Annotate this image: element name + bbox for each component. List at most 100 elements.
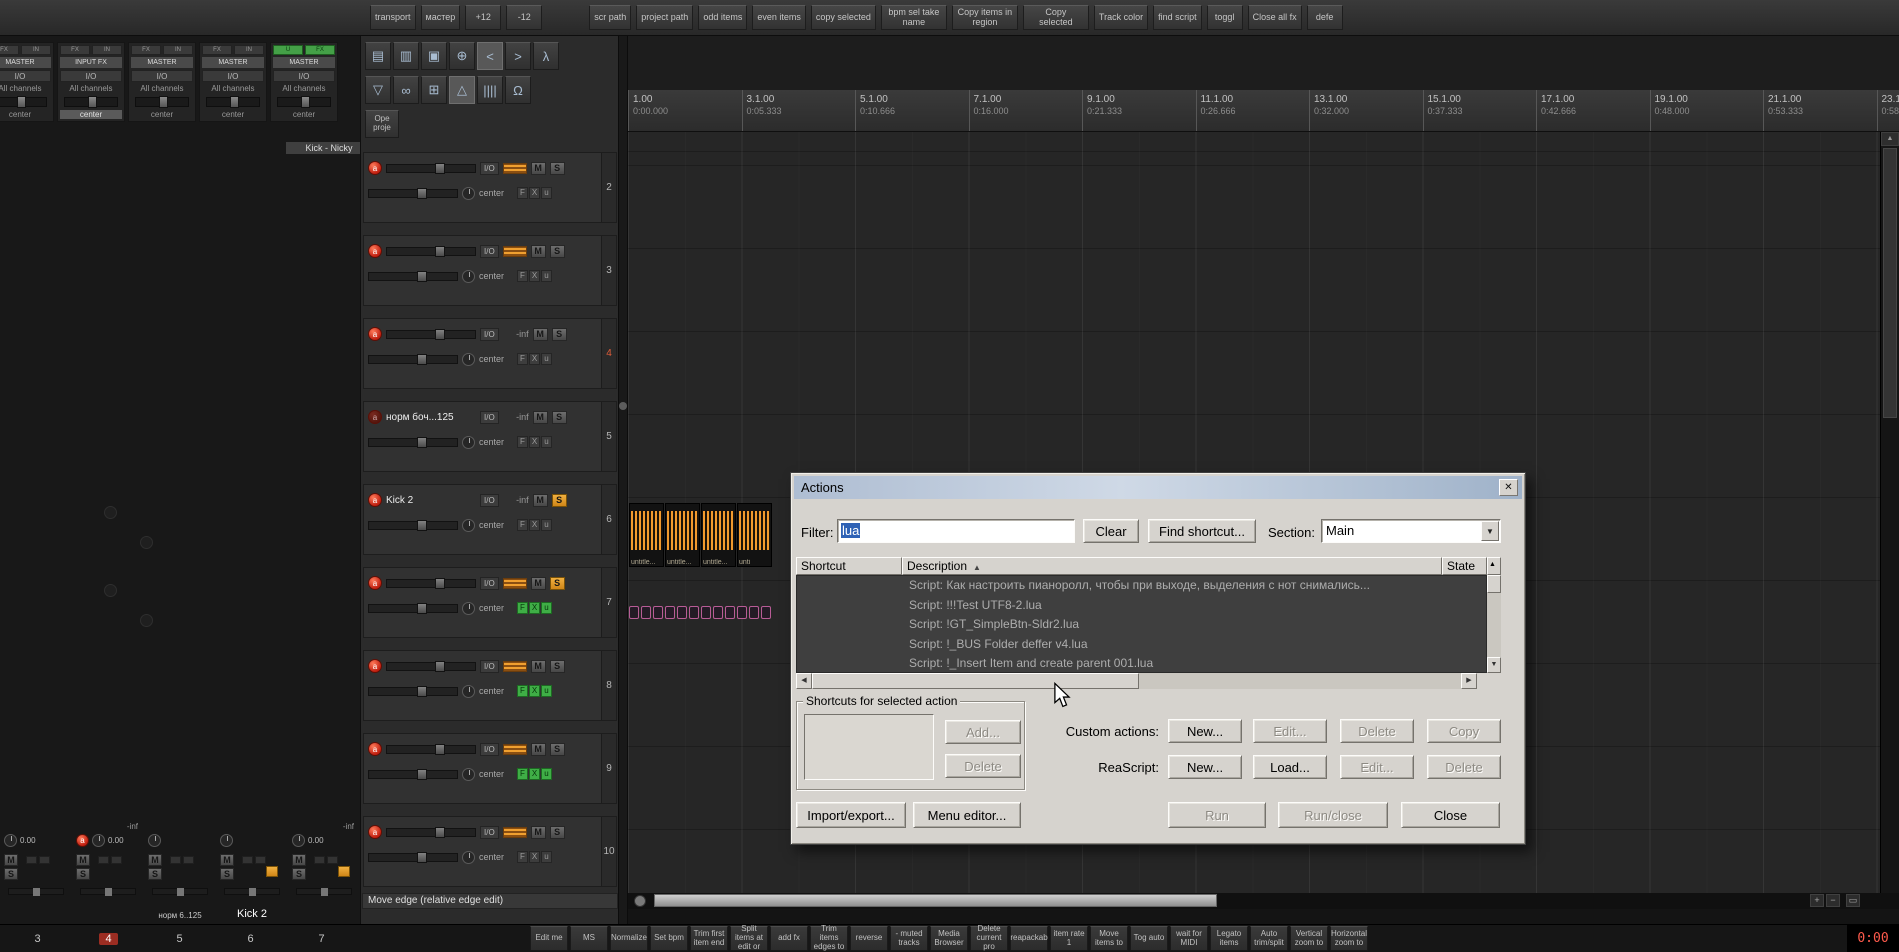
zoom-fit-icon[interactable]: ▭	[1846, 894, 1860, 907]
new-project-icon[interactable]: ▤	[365, 42, 391, 70]
vertical-scrollbar[interactable]: ▲	[1880, 132, 1899, 893]
toolbar-button[interactable]: odd items	[698, 5, 748, 30]
scroll-right-icon[interactable]: ▶	[1461, 673, 1477, 689]
close-icon[interactable]: ✕	[1499, 479, 1518, 496]
strip-io-button[interactable]: I/O	[202, 70, 264, 82]
midi-item[interactable]	[749, 606, 759, 619]
action-toolbar-button[interactable]: Set bpm	[650, 926, 688, 951]
strip-fader[interactable]	[277, 96, 331, 108]
midi-item[interactable]	[629, 606, 639, 619]
dialog-titlebar[interactable]: Actions ✕	[794, 476, 1522, 499]
strip-mini-button[interactable]	[170, 856, 181, 864]
midi-item[interactable]	[653, 606, 663, 619]
action-list-row[interactable]: Script: !_BUS Folder deffer v4.lua	[797, 635, 1486, 655]
strip-fader[interactable]	[135, 96, 189, 108]
actions-icon[interactable]: λ	[533, 42, 559, 70]
mixer-track-number[interactable]: 4	[73, 925, 144, 952]
mute-button[interactable]: M	[530, 742, 546, 756]
mixer-bottom-strip[interactable]: -inf a 0.00 M S	[74, 822, 142, 922]
zoom-out-icon[interactable]: −	[1826, 894, 1840, 907]
pan-knob[interactable]	[462, 186, 475, 200]
track-number[interactable]: 7	[601, 568, 616, 637]
volume-fader[interactable]	[386, 162, 476, 174]
strip-input-button[interactable]: IN	[163, 45, 193, 55]
envelope-tool-icon[interactable]: △	[449, 76, 475, 104]
custom-copy-button[interactable]: Copy	[1427, 719, 1501, 743]
io-button[interactable]: I/O	[480, 493, 499, 507]
timeline-ruler[interactable]: 1.00 0:00.000 3.1.00 0:05.333 5.1.00 0:1…	[628, 90, 1899, 132]
mute-button[interactable]: M	[76, 854, 90, 866]
action-toolbar-button[interactable]: Move items to	[1090, 926, 1128, 951]
track-number[interactable]: 8	[601, 651, 616, 720]
strip-input-button[interactable]: IN	[21, 45, 51, 55]
pan-knob[interactable]	[462, 684, 475, 698]
mute-button[interactable]: M	[148, 854, 162, 866]
fx-bypass-button[interactable]: X	[529, 602, 540, 614]
volume-fader[interactable]	[386, 660, 476, 672]
fx-util-button[interactable]: u	[541, 270, 552, 282]
fx-button[interactable]: F	[517, 519, 528, 531]
action-toolbar-button[interactable]: wait for MIDI	[1170, 926, 1208, 951]
mute-button[interactable]: M	[530, 244, 546, 258]
fx-util-button[interactable]: u	[541, 353, 552, 365]
stretch-tool-icon[interactable]: ||||	[477, 76, 503, 104]
io-button[interactable]: I/O	[480, 576, 499, 590]
toolbar-button[interactable]: toggl	[1206, 5, 1243, 30]
solo-button[interactable]: S	[549, 576, 565, 590]
record-arm-button[interactable]: a	[368, 825, 382, 839]
track-panel[interactable]: a норм боч...125 I/O -inf M S center F X…	[363, 401, 617, 472]
mute-button[interactable]: M	[292, 854, 306, 866]
solo-button[interactable]: S	[551, 327, 567, 341]
track-panel[interactable]: a I/O M S center	[363, 650, 617, 721]
strip-mini-button[interactable]	[183, 856, 194, 864]
redo-icon[interactable]: >	[505, 42, 531, 70]
io-button[interactable]: I/O	[480, 410, 499, 424]
midi-item[interactable]	[689, 606, 699, 619]
fx-button[interactable]: F	[517, 685, 528, 697]
track-number[interactable]: 9	[601, 734, 616, 803]
mixer-bottom-strip[interactable]: M S Kick 2	[218, 822, 286, 922]
zoom-in-icon[interactable]: +	[1810, 894, 1824, 907]
strip-mini-button[interactable]	[39, 856, 50, 864]
fx-button[interactable]: F	[517, 602, 528, 614]
fx-bypass-button[interactable]: X	[529, 270, 540, 282]
audio-clip[interactable]: untitle...	[701, 503, 736, 567]
fx-util-button[interactable]: u	[541, 519, 552, 531]
volume-fader[interactable]	[368, 768, 458, 780]
custom-new-button[interactable]: New...	[1168, 719, 1242, 743]
action-toolbar-button[interactable]: item rate 1	[1050, 926, 1088, 951]
strip-mini-button[interactable]	[327, 856, 338, 864]
volume-fader[interactable]	[368, 851, 458, 863]
fx-button[interactable]: F	[517, 270, 528, 282]
link-tool-icon[interactable]: ∞	[393, 76, 419, 104]
strip-io-button[interactable]: I/O	[0, 70, 51, 82]
record-arm-button[interactable]: a	[368, 244, 382, 258]
strip-pan-slider[interactable]	[296, 888, 352, 896]
action-toolbar-button[interactable]: Horizontal zoom to	[1330, 926, 1368, 951]
midi-item[interactable]	[677, 606, 687, 619]
filter-tool-icon[interactable]: ▽	[365, 76, 391, 104]
volume-fader[interactable]	[368, 187, 458, 199]
track-number[interactable]: 5	[601, 402, 616, 471]
mixer-track-number[interactable]: 6	[215, 925, 286, 952]
toolbar-button[interactable]: Close all fx	[1247, 5, 1302, 30]
record-arm-button[interactable]: a	[76, 834, 89, 847]
fx-bypass-button[interactable]: X	[529, 851, 540, 863]
strip-fx-button[interactable]: FX	[60, 45, 90, 55]
mute-button[interactable]: M	[220, 854, 234, 866]
track-panel[interactable]: a I/O M S center	[363, 733, 617, 804]
action-toolbar-button[interactable]: MS	[570, 926, 608, 951]
record-arm-button[interactable]: a	[368, 742, 382, 756]
mixer-strip[interactable]: FX IN MASTER I/O All channels center	[199, 42, 267, 122]
action-toolbar-button[interactable]: reapackab	[1010, 926, 1048, 951]
toolbar-button[interactable]: +12	[465, 5, 502, 30]
reascript-edit-button[interactable]: Edit...	[1340, 755, 1414, 779]
mixer-bottom-strip[interactable]: 0.00 M S	[2, 822, 70, 922]
find-shortcut-button[interactable]: Find shortcut...	[1148, 519, 1256, 543]
section-select[interactable]: Main ▼	[1321, 519, 1501, 543]
strip-input-button[interactable]: IN	[234, 45, 264, 55]
midi-item[interactable]	[761, 606, 771, 619]
fx-button[interactable]: F	[517, 353, 528, 365]
midi-item[interactable]	[713, 606, 723, 619]
track-panel[interactable]: a I/O M S center	[363, 235, 617, 306]
